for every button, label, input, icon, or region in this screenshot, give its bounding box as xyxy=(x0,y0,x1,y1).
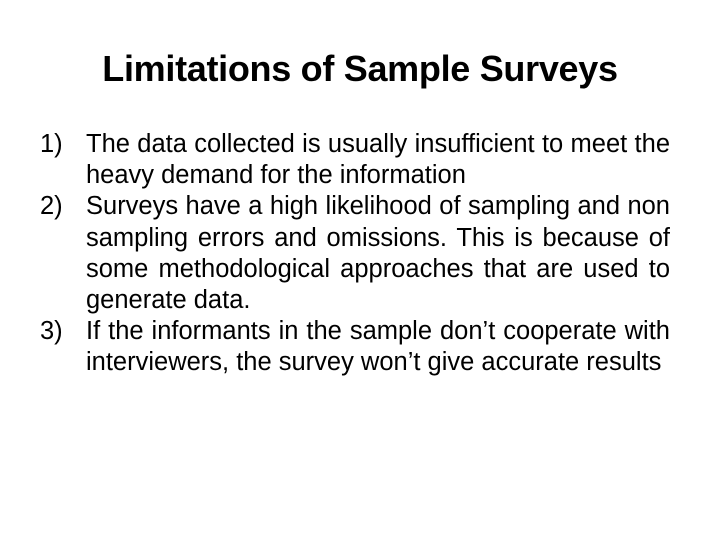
item-text: Surveys have a high likelihood of sampli… xyxy=(86,192,670,315)
item-text: If the informants in the sample don’t co… xyxy=(86,317,670,377)
limitations-list: 1) The data collected is usually insuffi… xyxy=(40,129,670,379)
list-item: 3) If the informants in the sample don’t… xyxy=(40,316,670,378)
item-number: 2) xyxy=(40,192,63,221)
slide-title: Limitations of Sample Surveys xyxy=(102,48,618,89)
item-number: 1) xyxy=(40,130,63,158)
item-text: The data collected is usually insufficie… xyxy=(86,130,670,190)
list-item: 1) The data collected is usually insuffi… xyxy=(40,129,670,191)
item-number: 3) xyxy=(40,317,63,346)
list-item: 2) Surveys have a high likelihood of sam… xyxy=(40,191,670,316)
